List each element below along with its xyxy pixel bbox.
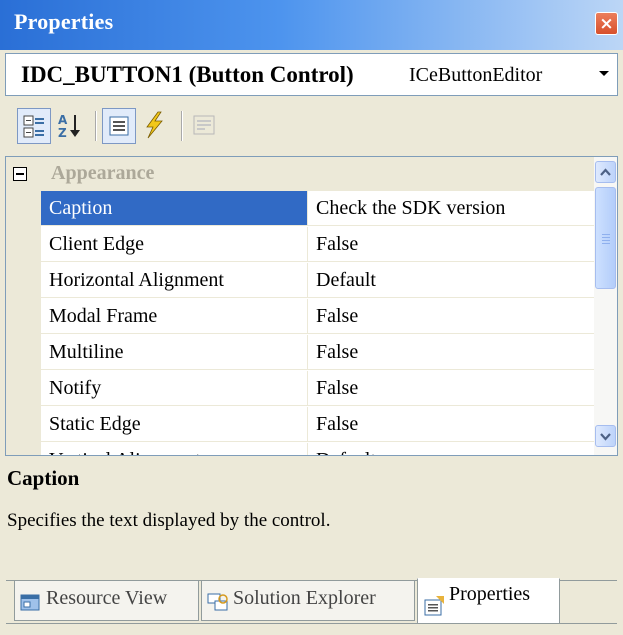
property-name[interactable]: Vertical Alignment	[41, 443, 308, 455]
close-button[interactable]: ×	[595, 12, 618, 35]
categorized-button[interactable]	[17, 108, 51, 144]
alphabetical-icon: A Z	[58, 113, 80, 140]
property-name[interactable]: Static Edge	[41, 407, 308, 442]
close-icon: ×	[599, 14, 614, 34]
category-appearance[interactable]: Appearance	[6, 157, 594, 191]
dropdown-arrow-icon[interactable]	[599, 71, 609, 76]
property-row[interactable]: Caption Check the SDK version	[6, 191, 594, 227]
object-selector-combo[interactable]: IDC_BUTTON1 (Button Control) ICeButtonEd…	[5, 53, 618, 96]
solution-explorer-icon	[207, 593, 228, 611]
collapse-icon[interactable]	[13, 167, 27, 181]
row-gutter	[6, 335, 41, 371]
title-bar[interactable]: Properties ×	[0, 0, 623, 50]
category-label: Appearance	[51, 162, 155, 184]
row-gutter	[6, 371, 41, 407]
bottom-tab-bar: Resource View Solution Explorer Properti…	[0, 578, 623, 635]
tab-label: Solution Explorer	[233, 587, 376, 609]
row-gutter	[6, 191, 41, 227]
object-type: (Button Control)	[188, 62, 354, 87]
window-title: Properties	[14, 9, 114, 34]
property-value[interactable]: False	[308, 227, 594, 262]
description-text: Specifies the text displayed by the cont…	[7, 510, 331, 531]
alphabetical-button[interactable]: A Z	[53, 108, 87, 144]
row-gutter	[6, 227, 41, 263]
properties-view-button[interactable]	[102, 108, 136, 144]
description-panel: Caption Specifies the text displayed by …	[5, 458, 618, 573]
property-pages-button[interactable]	[188, 108, 222, 144]
property-value[interactable]: False	[308, 335, 594, 370]
property-row[interactable]: Multiline False	[6, 335, 594, 371]
property-row[interactable]: Notify False	[6, 371, 594, 407]
property-value[interactable]: False	[308, 299, 594, 334]
property-value[interactable]: Default	[308, 443, 594, 455]
svg-text:A: A	[58, 113, 68, 127]
property-row[interactable]: Static Edge False	[6, 407, 594, 443]
svg-text:Z: Z	[58, 126, 67, 140]
row-gutter	[6, 299, 41, 335]
toolbar-separator	[181, 111, 183, 141]
properties-tab-icon	[424, 596, 444, 616]
property-row[interactable]: Client Edge False	[6, 227, 594, 263]
row-gutter	[6, 263, 41, 299]
property-name[interactable]: Horizontal Alignment	[41, 263, 308, 298]
object-editor: ICeButtonEditor	[409, 64, 543, 86]
vertical-scrollbar[interactable]	[594, 157, 617, 455]
property-value[interactable]: False	[308, 407, 594, 442]
property-name[interactable]: Notify	[41, 371, 308, 406]
property-row[interactable]: Vertical Alignment Default	[6, 443, 594, 455]
property-name[interactable]: Multiline	[41, 335, 308, 370]
property-row[interactable]: Modal Frame False	[6, 299, 594, 335]
categorized-icon	[23, 115, 44, 138]
tab-properties[interactable]: Properties	[417, 578, 560, 624]
property-pages-icon	[193, 115, 215, 135]
tab-resource-view[interactable]: Resource View	[14, 581, 199, 621]
property-row[interactable]: Horizontal Alignment Default	[6, 263, 594, 299]
object-name: IDC_BUTTON1	[21, 62, 183, 87]
property-grid: Appearance Caption Check the SDK version…	[5, 156, 618, 456]
object-name-and-type: IDC_BUTTON1 (Button Control)	[21, 62, 354, 88]
properties-toolbar: A Z	[5, 101, 618, 153]
properties-icon	[109, 116, 129, 136]
events-icon	[146, 111, 163, 139]
resource-view-icon	[20, 594, 40, 611]
toolbar-separator	[95, 111, 97, 141]
property-name[interactable]: Caption	[41, 191, 308, 226]
chevron-up-icon	[600, 168, 611, 176]
property-value[interactable]: Default	[308, 263, 594, 298]
properties-window: Properties × IDC_BUTTON1 (Button Control…	[0, 0, 623, 635]
property-name[interactable]: Modal Frame	[41, 299, 308, 334]
scroll-thumb[interactable]	[595, 187, 616, 289]
property-value[interactable]: Check the SDK version	[308, 191, 594, 226]
row-gutter	[6, 407, 41, 443]
tab-label: Properties	[449, 583, 531, 605]
scroll-down-button[interactable]	[595, 425, 616, 447]
row-gutter	[6, 443, 41, 455]
property-value[interactable]: False	[308, 371, 594, 406]
property-name[interactable]: Client Edge	[41, 227, 308, 262]
events-button[interactable]	[138, 108, 172, 144]
tab-label: Resource View	[46, 587, 168, 609]
scroll-up-button[interactable]	[595, 161, 616, 183]
chevron-down-icon	[600, 433, 611, 441]
tab-solution-explorer[interactable]: Solution Explorer	[201, 581, 415, 621]
description-title: Caption	[7, 466, 80, 490]
